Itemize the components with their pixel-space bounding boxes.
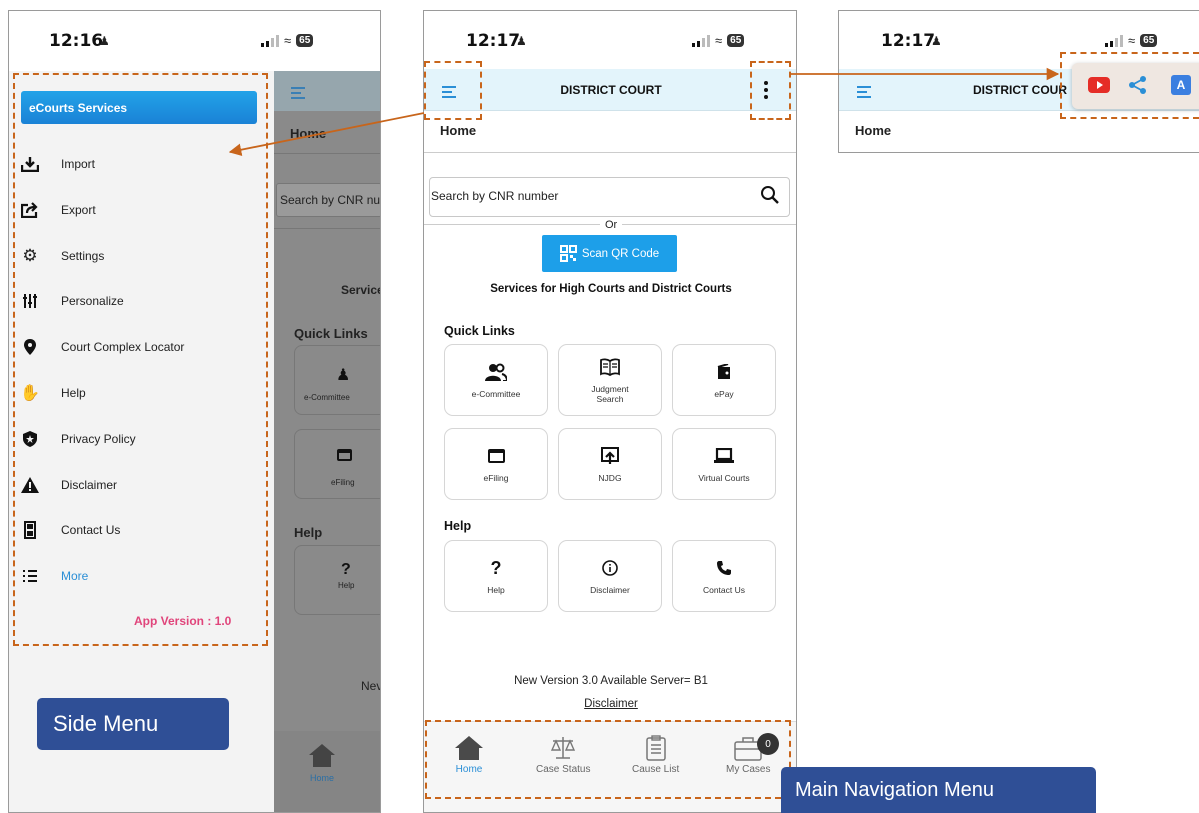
arrow-hamburger-to-side-menu [228, 112, 425, 156]
connector-arrows [228, 67, 1060, 156]
